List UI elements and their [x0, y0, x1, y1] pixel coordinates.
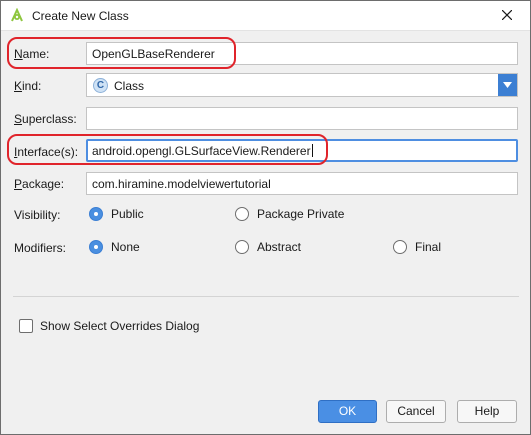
- title-bar[interactable]: Create New Class: [1, 1, 530, 31]
- kind-label: Kind:: [14, 79, 42, 93]
- create-new-class-dialog: Create New Class Name: OpenGLBaseRendere…: [0, 0, 531, 435]
- visibility-package-private-radio[interactable]: Package Private: [235, 207, 344, 221]
- visibility-public-label: Public: [111, 207, 144, 221]
- kind-value: Class: [114, 79, 145, 93]
- package-label: Package:: [14, 177, 65, 191]
- class-icon: C: [93, 78, 108, 93]
- modifier-none-radio[interactable]: None: [89, 240, 140, 254]
- dropdown-arrow-icon[interactable]: [498, 74, 517, 96]
- close-icon: [501, 9, 513, 23]
- cancel-button[interactable]: Cancel: [386, 400, 446, 423]
- window-title: Create New Class: [32, 9, 129, 23]
- radio-checked-icon: [89, 240, 103, 254]
- checkbox-unchecked-icon: [19, 319, 33, 333]
- ok-button[interactable]: OK: [318, 400, 377, 423]
- modifier-none-label: None: [111, 240, 140, 254]
- radio-checked-icon: [89, 207, 103, 221]
- modifier-abstract-label: Abstract: [257, 240, 302, 254]
- modifier-abstract-radio[interactable]: Abstract: [235, 240, 301, 254]
- help-button[interactable]: Help: [457, 400, 517, 423]
- android-studio-icon: [9, 7, 25, 24]
- superclass-label: Superclass:: [14, 112, 77, 126]
- superclass-field[interactable]: [86, 107, 518, 130]
- modifier-final-radio[interactable]: Final: [393, 240, 441, 254]
- separator: [13, 296, 519, 297]
- close-button[interactable]: [484, 1, 530, 31]
- show-overrides-checkbox[interactable]: Show Select Overrides Dialog: [19, 319, 199, 333]
- visibility-package-private-label: Package Private: [257, 207, 345, 221]
- modifiers-label: Modifiers:: [14, 241, 67, 255]
- radio-unchecked-icon: [235, 240, 249, 254]
- show-overrides-label: Show Select Overrides Dialog: [40, 319, 200, 333]
- radio-unchecked-icon: [393, 240, 407, 254]
- radio-unchecked-icon: [235, 207, 249, 221]
- visibility-public-radio[interactable]: Public: [89, 207, 144, 221]
- visibility-label: Visibility:: [14, 208, 61, 222]
- package-field[interactable]: com.hiramine.modelviewertutorial: [86, 172, 518, 195]
- kind-dropdown[interactable]: C Class: [86, 73, 518, 97]
- name-highlight: [7, 37, 236, 69]
- modifier-final-label: Final: [415, 240, 442, 254]
- interfaces-highlight: [7, 134, 328, 165]
